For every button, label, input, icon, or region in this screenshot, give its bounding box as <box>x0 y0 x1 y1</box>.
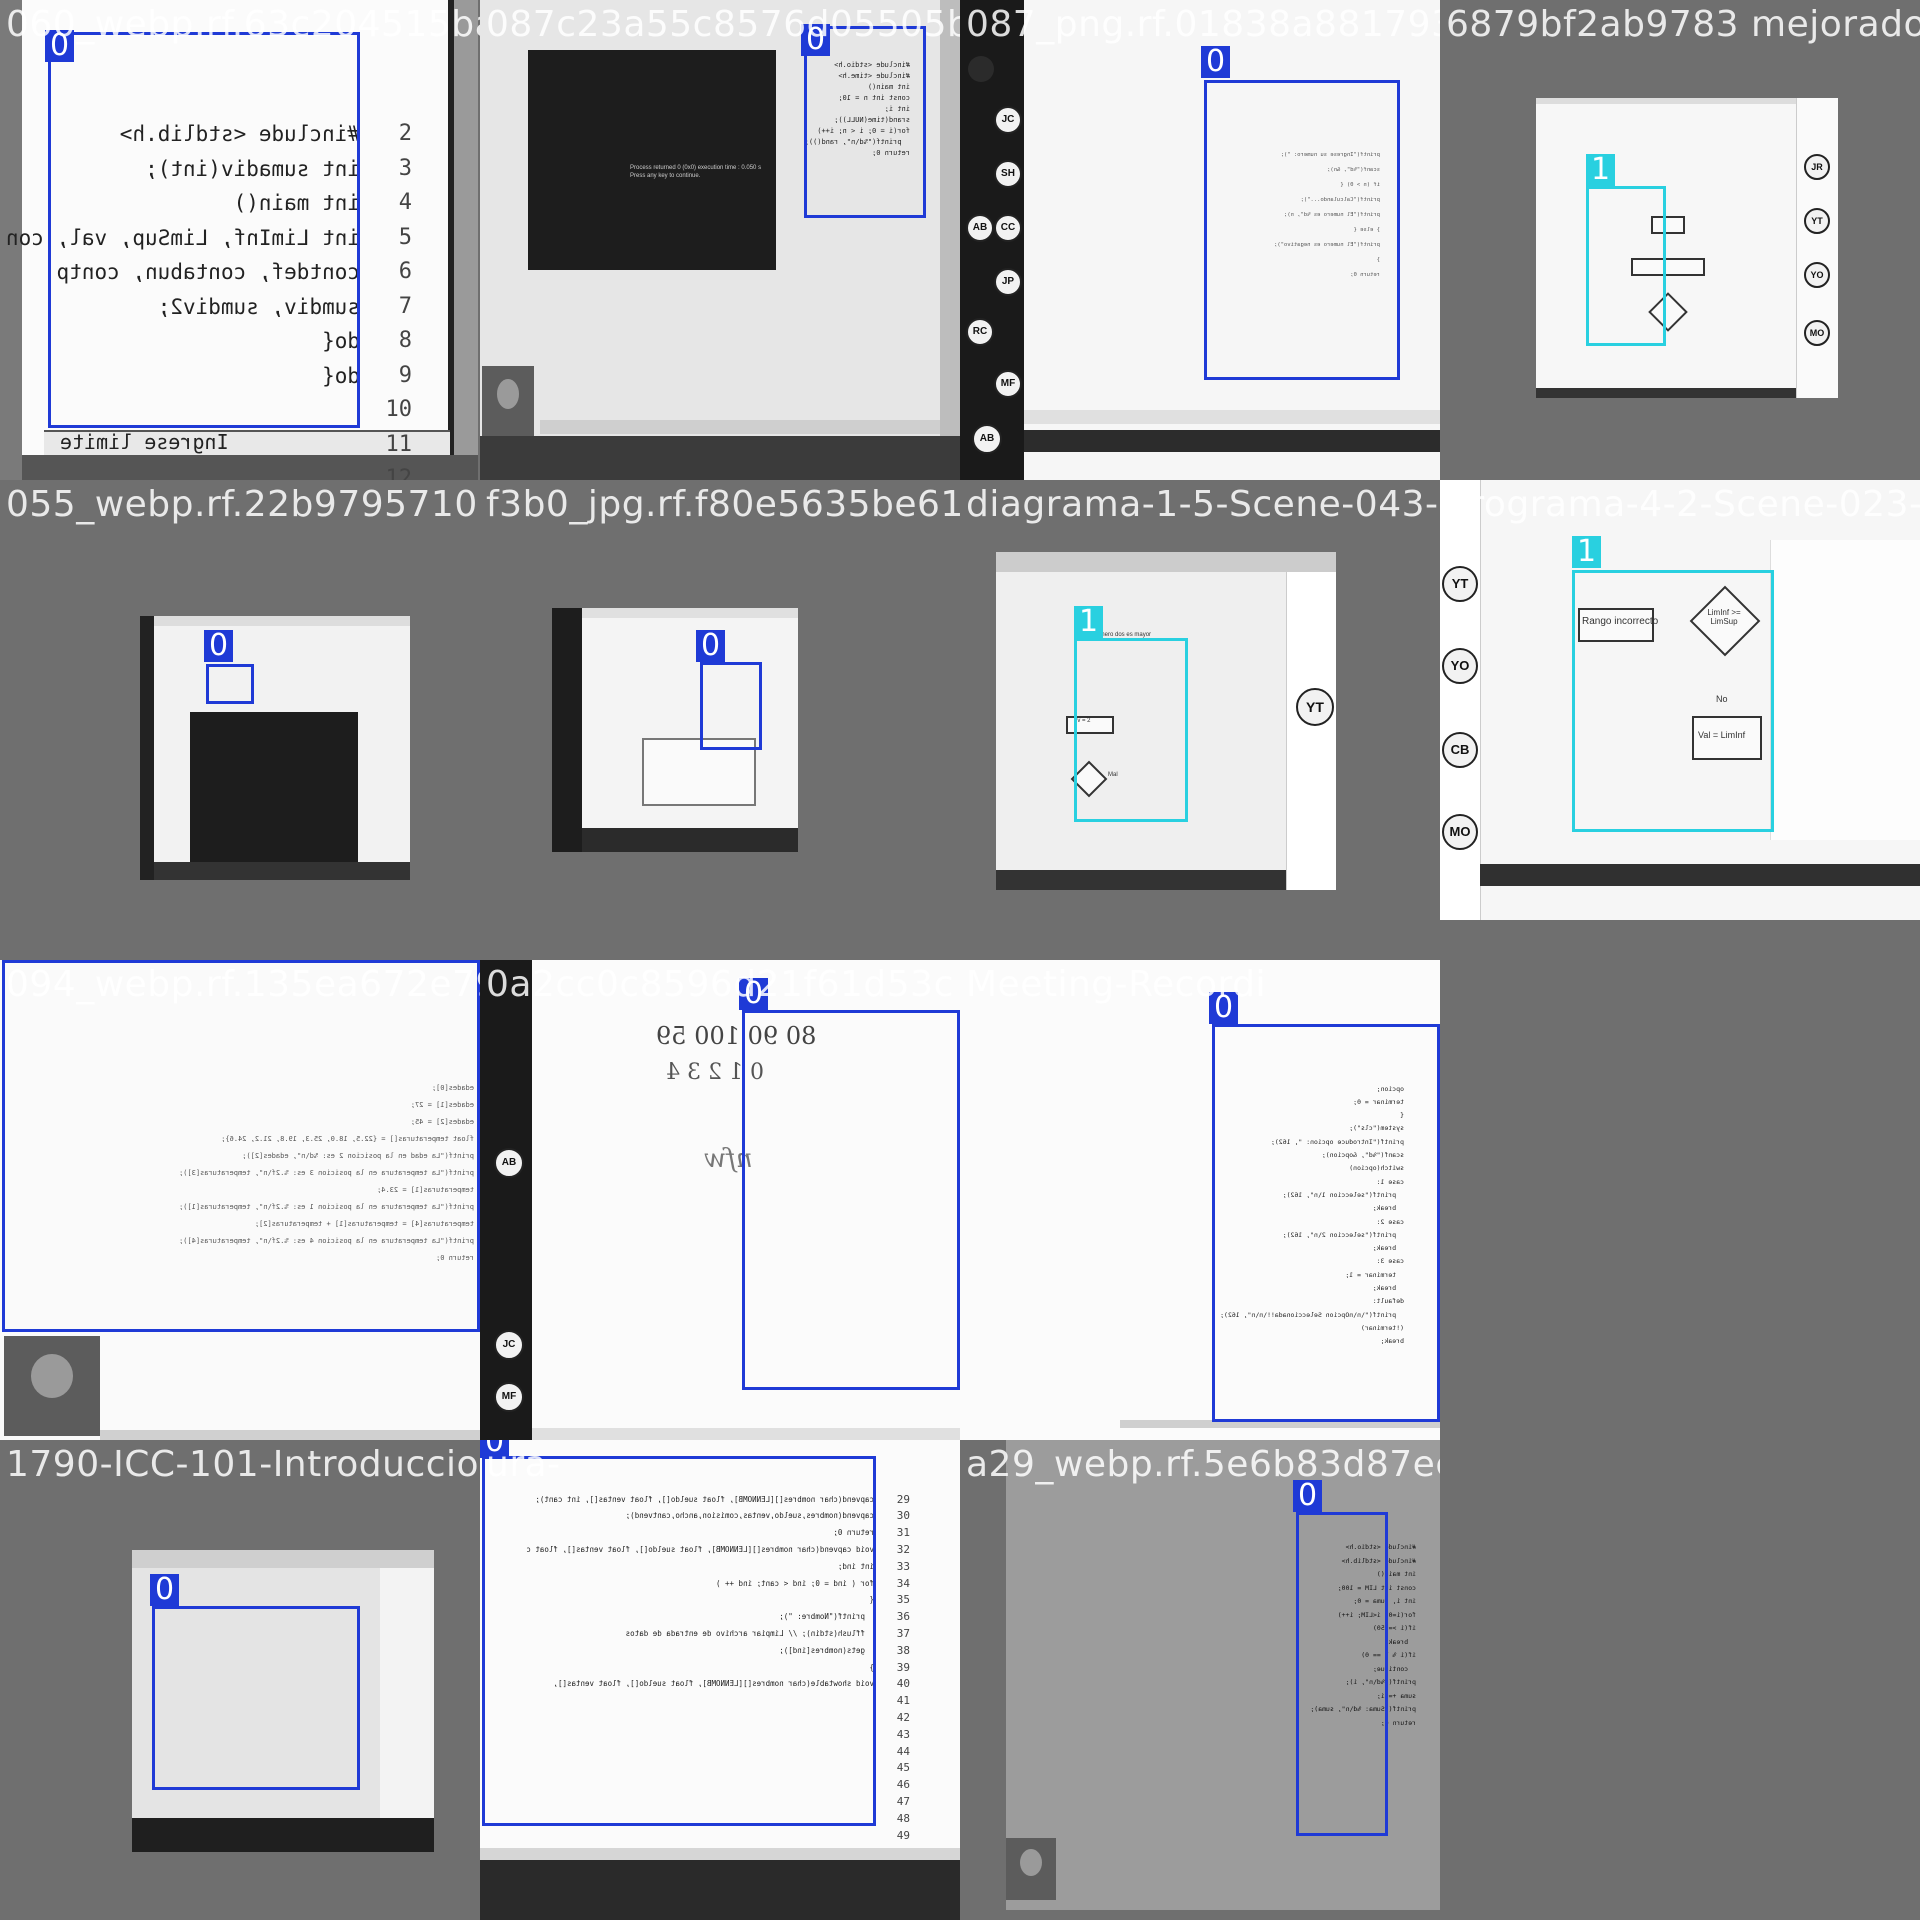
participant-avatar: YO <box>1804 262 1830 288</box>
tile-14: #include <stdio.h> #include <stdlib.h> int… <box>960 1440 1440 1920</box>
ide-screenshot <box>140 616 410 880</box>
participant-avatar: MF <box>494 1382 524 1412</box>
participant-avatar: JP <box>994 268 1022 296</box>
tile-9: AB JC MF 80 90 100 59 0 1 2 3 4 nfw 0 0a… <box>480 960 960 1440</box>
bbox-1 <box>1572 570 1774 832</box>
tile-filename: 087c23a55c8576d05505b9 <box>486 4 960 45</box>
webcam-thumbnail <box>482 366 534 436</box>
tile-filename: 6879bf2ab9783 mejorado_diagrama-3-Scene <box>1446 4 1920 45</box>
tile-filename: 1790-ICC-101-Introduccio-u <box>6 1444 480 1485</box>
participant-avatar: YO <box>1442 648 1478 684</box>
console-window <box>190 712 358 862</box>
participant-avatar: AB <box>972 424 1002 454</box>
tile-10: opcion; terminar = 0;{system("cls"); print… <box>960 960 1440 1440</box>
bbox-0 <box>1204 80 1400 380</box>
participant-avatar: RC <box>966 318 994 346</box>
class-tag: 1 <box>1074 606 1104 638</box>
tile-filename: 060_webp.rf.63c204515bad <box>6 4 480 45</box>
participant-avatar: MF <box>994 370 1022 398</box>
tile-filename: 087_png.rf.01838a881793 <box>966 4 1440 45</box>
bbox-0 <box>152 1606 360 1790</box>
participant-avatar: YT <box>1804 208 1830 234</box>
webcam-thumbnail <box>1006 1838 1056 1900</box>
tile-8: edades[0]; edades[1] = 27; edades[2] = 45;… <box>0 960 480 1440</box>
tile-filename: Meeting-Recordi <box>966 964 1267 1005</box>
class-tag: 1 <box>1586 154 1616 186</box>
tile-filename: ura- <box>486 1444 561 1485</box>
tile-4: 0 055_webp.rf.22b9795710b2f <box>0 480 480 960</box>
class-tag: 0 <box>150 1574 180 1606</box>
class-tag: 0 <box>204 630 234 662</box>
participant-avatar: JC <box>994 106 1022 134</box>
participant-avatar: MO <box>1442 814 1478 850</box>
class-tag: 0 <box>1201 46 1231 78</box>
participant-sidebar <box>480 960 532 1440</box>
participant-avatar: YT <box>1296 688 1334 726</box>
tile-6: YT El numero dos es mayor dv = 2 Mal 1 d… <box>960 480 1440 960</box>
participant-avatar: MO <box>1804 320 1830 346</box>
participant-avatar: AB <box>494 1148 524 1178</box>
bbox-0 <box>1296 1512 1388 1836</box>
bbox-0 <box>482 1456 876 1826</box>
tile-filename: 0a2cc0c8596d21f61d53c <box>486 964 954 1005</box>
participant-avatar: CB <box>1442 732 1478 768</box>
input-prompt: Ingrese limite <box>60 430 229 454</box>
diagram-editor-screenshot: JR YT YO MO <box>1536 98 1838 398</box>
bbox-0 <box>700 662 762 750</box>
participant-avatar: SH <box>994 160 1022 188</box>
participant-avatar: JC <box>494 1330 524 1360</box>
participant-avatar: CC <box>994 214 1022 242</box>
tile-filename: 055_webp.rf.22b9795710b2f <box>6 484 480 525</box>
class-tag: 0 <box>696 630 726 662</box>
bbox-0 <box>1212 1024 1440 1422</box>
tile-2: JC SH AB CC JP RC MF AB printf("Ingrese … <box>960 0 1440 480</box>
tile-filename: 094_webp.rf.135ea672e79d <box>6 964 480 1005</box>
tile-filename: diagrama-1-5-Scene-043-02_png <box>966 484 1440 525</box>
webcam-thumbnail <box>4 1336 100 1436</box>
tile-7: YT YO CB MO Rango incorrecto LimInf >= L… <box>1440 480 1920 960</box>
tile-1: Process returned 0 (0x0) execution time … <box>480 0 960 480</box>
tile-11 <box>1440 960 1920 1440</box>
tile-filename: a29_webp.rf.5e6b83d87ec994e469fe4ca7015a… <box>966 1444 1440 1485</box>
participant-avatar: JR <box>1804 154 1830 180</box>
bbox-0 <box>742 1010 960 1390</box>
bbox-0 <box>48 32 360 428</box>
line-numbers: 2 3 4 5 6 7 8 9 10 11 12 <box>385 121 413 480</box>
tile-0: 2 3 4 5 6 7 8 9 10 11 12 #include <stdlib.h> int su… <box>0 0 480 480</box>
class-tag: 1 <box>1572 536 1602 568</box>
participant-avatar: AB <box>966 214 994 242</box>
tile-5: 0 f3b0_jpg.rf.f80e5635be6149fb <box>480 480 960 960</box>
participant-avatar: YT <box>1442 566 1478 602</box>
bbox-0 <box>2 960 480 1332</box>
tile-15 <box>1440 1440 1920 1920</box>
tile-filename: f3b0_jpg.rf.f80e5635be6149fb <box>486 484 960 525</box>
tile-12: 0 1790-ICC-101-Introduccio-u <box>0 1440 480 1920</box>
bbox-1 <box>1586 186 1666 346</box>
console-window <box>528 50 776 270</box>
bbox-1 <box>1074 638 1188 822</box>
mosaic-grid: 2 3 4 5 6 7 8 9 10 11 12 #include <stdlib.h> int su… <box>0 0 1920 1920</box>
line-numbers: 29 30 31 32 33 34 35 36 37 38 39 40 41 42 43 44 45 46 47 48… <box>896 1492 910 1842</box>
tile-3: JR YT YO MO 1 6879bf2ab9783 mejorado_dia… <box>1440 0 1920 480</box>
tile-filename: programa-4-2-Scene-023-03_p <box>1446 484 1920 525</box>
bbox-0 <box>206 664 254 704</box>
participant-avatar <box>968 56 994 82</box>
tile-13: 29 30 31 32 33 34 35 36 37 38 39 40 41 42 43 44 45 46 47 48… <box>480 1440 960 1920</box>
